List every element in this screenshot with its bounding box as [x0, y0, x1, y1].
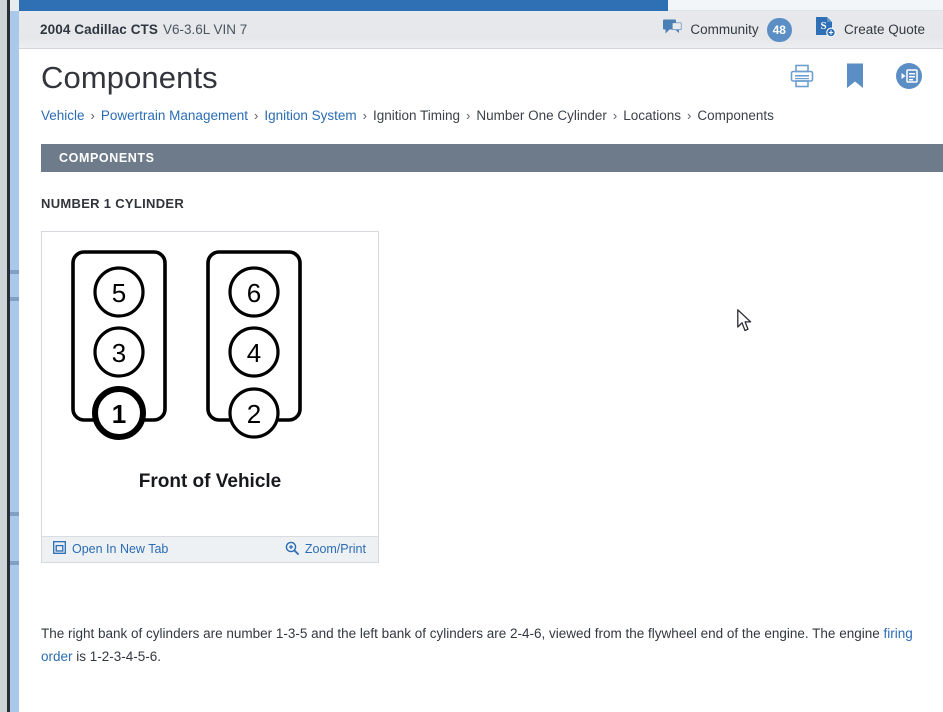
main-content: Components Vehicle › Powertrain Manageme… [19, 49, 943, 712]
figure-toolbar: Open In New Tab Zoom/Print [42, 535, 378, 562]
section-banner: COMPONENTS [41, 143, 943, 172]
print-icon[interactable] [789, 63, 815, 89]
zoom-print-button[interactable]: Zoom/Print [285, 541, 366, 558]
breadcrumb-separator: › [253, 108, 259, 124]
vehicle-bar: 2004 Cadillac CTS V6-3.6L VIN 7 Communit… [19, 11, 943, 49]
sidebar-strip-marker [10, 297, 19, 301]
sidebar-strip[interactable] [10, 11, 19, 712]
breadcrumb-item-powertrain-management[interactable]: Powertrain Management [101, 107, 248, 126]
section-banner-title: COMPONENTS [59, 150, 155, 165]
breadcrumb-separator: › [466, 108, 471, 124]
sidebar-strip-top [10, 0, 19, 11]
chat-bubble-icon [663, 19, 682, 40]
create-quote-label: Create Quote [843, 22, 925, 37]
community-count-badge: 48 [766, 17, 792, 42]
breadcrumb-separator: › [687, 108, 692, 124]
cylinder-diagram-card: 5 3 1 6 4 2 Front of Vehicle Open In New… [41, 230, 379, 563]
page-header: Components [19, 49, 943, 95]
cylinder-label-3: 3 [112, 338, 126, 368]
zoom-print-label: Zoom/Print [304, 542, 366, 557]
breadcrumb-separator: › [612, 108, 618, 124]
open-in-new-tab-label: Open In New Tab [72, 542, 169, 557]
create-quote-button[interactable]: S Create Quote [814, 16, 925, 43]
breadcrumb-item-ignition-system[interactable]: Ignition System [264, 107, 356, 126]
breadcrumb-separator: › [362, 108, 367, 124]
vehicle-bar-actions: Community 48 S Create Quote [663, 16, 925, 43]
app-top-bar [19, 0, 668, 11]
open-in-new-tab-button[interactable]: Open In New Tab [53, 541, 168, 557]
breadcrumb-item-number-one-cylinder[interactable]: Number One Cylinder [476, 107, 607, 126]
list-options-icon[interactable] [895, 62, 923, 90]
window-left-edge [0, 0, 7, 712]
sub-heading: NUMBER 1 CYLINDER [41, 195, 185, 211]
description-text-part1: The right bank of cylinders are number 1… [41, 625, 884, 641]
page-header-actions [789, 62, 923, 90]
breadcrumb-item-ignition-timing[interactable]: Ignition Timing [373, 107, 460, 126]
community-button[interactable]: Community 48 [663, 17, 792, 42]
vehicle-name: 2004 Cadillac CTS [40, 22, 159, 37]
breadcrumb-item-components: Components [697, 108, 774, 124]
external-window-icon [53, 541, 66, 557]
cylinder-label-5: 5 [112, 278, 126, 308]
breadcrumb: Vehicle › Powertrain Management › Igniti… [19, 95, 943, 126]
cylinder-label-4: 4 [247, 338, 261, 368]
app-root: 2004 Cadillac CTS V6-3.6L VIN 7 Communit… [0, 0, 943, 712]
cylinder-label-1: 1 [112, 399, 126, 429]
sidebar-strip-marker [10, 561, 19, 565]
breadcrumb-item-locations[interactable]: Locations [623, 107, 681, 126]
sidebar-strip-marker [10, 270, 19, 274]
breadcrumb-separator: › [90, 108, 95, 124]
bookmark-icon[interactable] [844, 62, 866, 90]
cylinder-layout-diagram: 5 3 1 6 4 2 [71, 250, 302, 440]
vehicle-engine: V6-3.6L VIN 7 [163, 22, 248, 37]
cylinder-label-2: 2 [247, 399, 261, 429]
community-label: Community [690, 22, 759, 37]
sidebar-strip-marker [10, 512, 19, 516]
cylinder-label-6: 6 [247, 278, 261, 308]
figure-caption: Front of Vehicle [138, 470, 282, 492]
cylinder-diagram-body: 5 3 1 6 4 2 Front of Vehicle [42, 232, 378, 536]
breadcrumb-item-vehicle[interactable]: Vehicle [41, 107, 85, 126]
magnifier-plus-icon [285, 541, 299, 558]
description-paragraph: The right bank of cylinders are number 1… [41, 623, 921, 668]
app-top-bar-right-fill [668, 0, 943, 11]
svg-text:S: S [820, 20, 826, 32]
description-text-part2: is 1-2-3-4-5-6. [72, 648, 162, 664]
quote-document-icon: S [814, 16, 836, 43]
